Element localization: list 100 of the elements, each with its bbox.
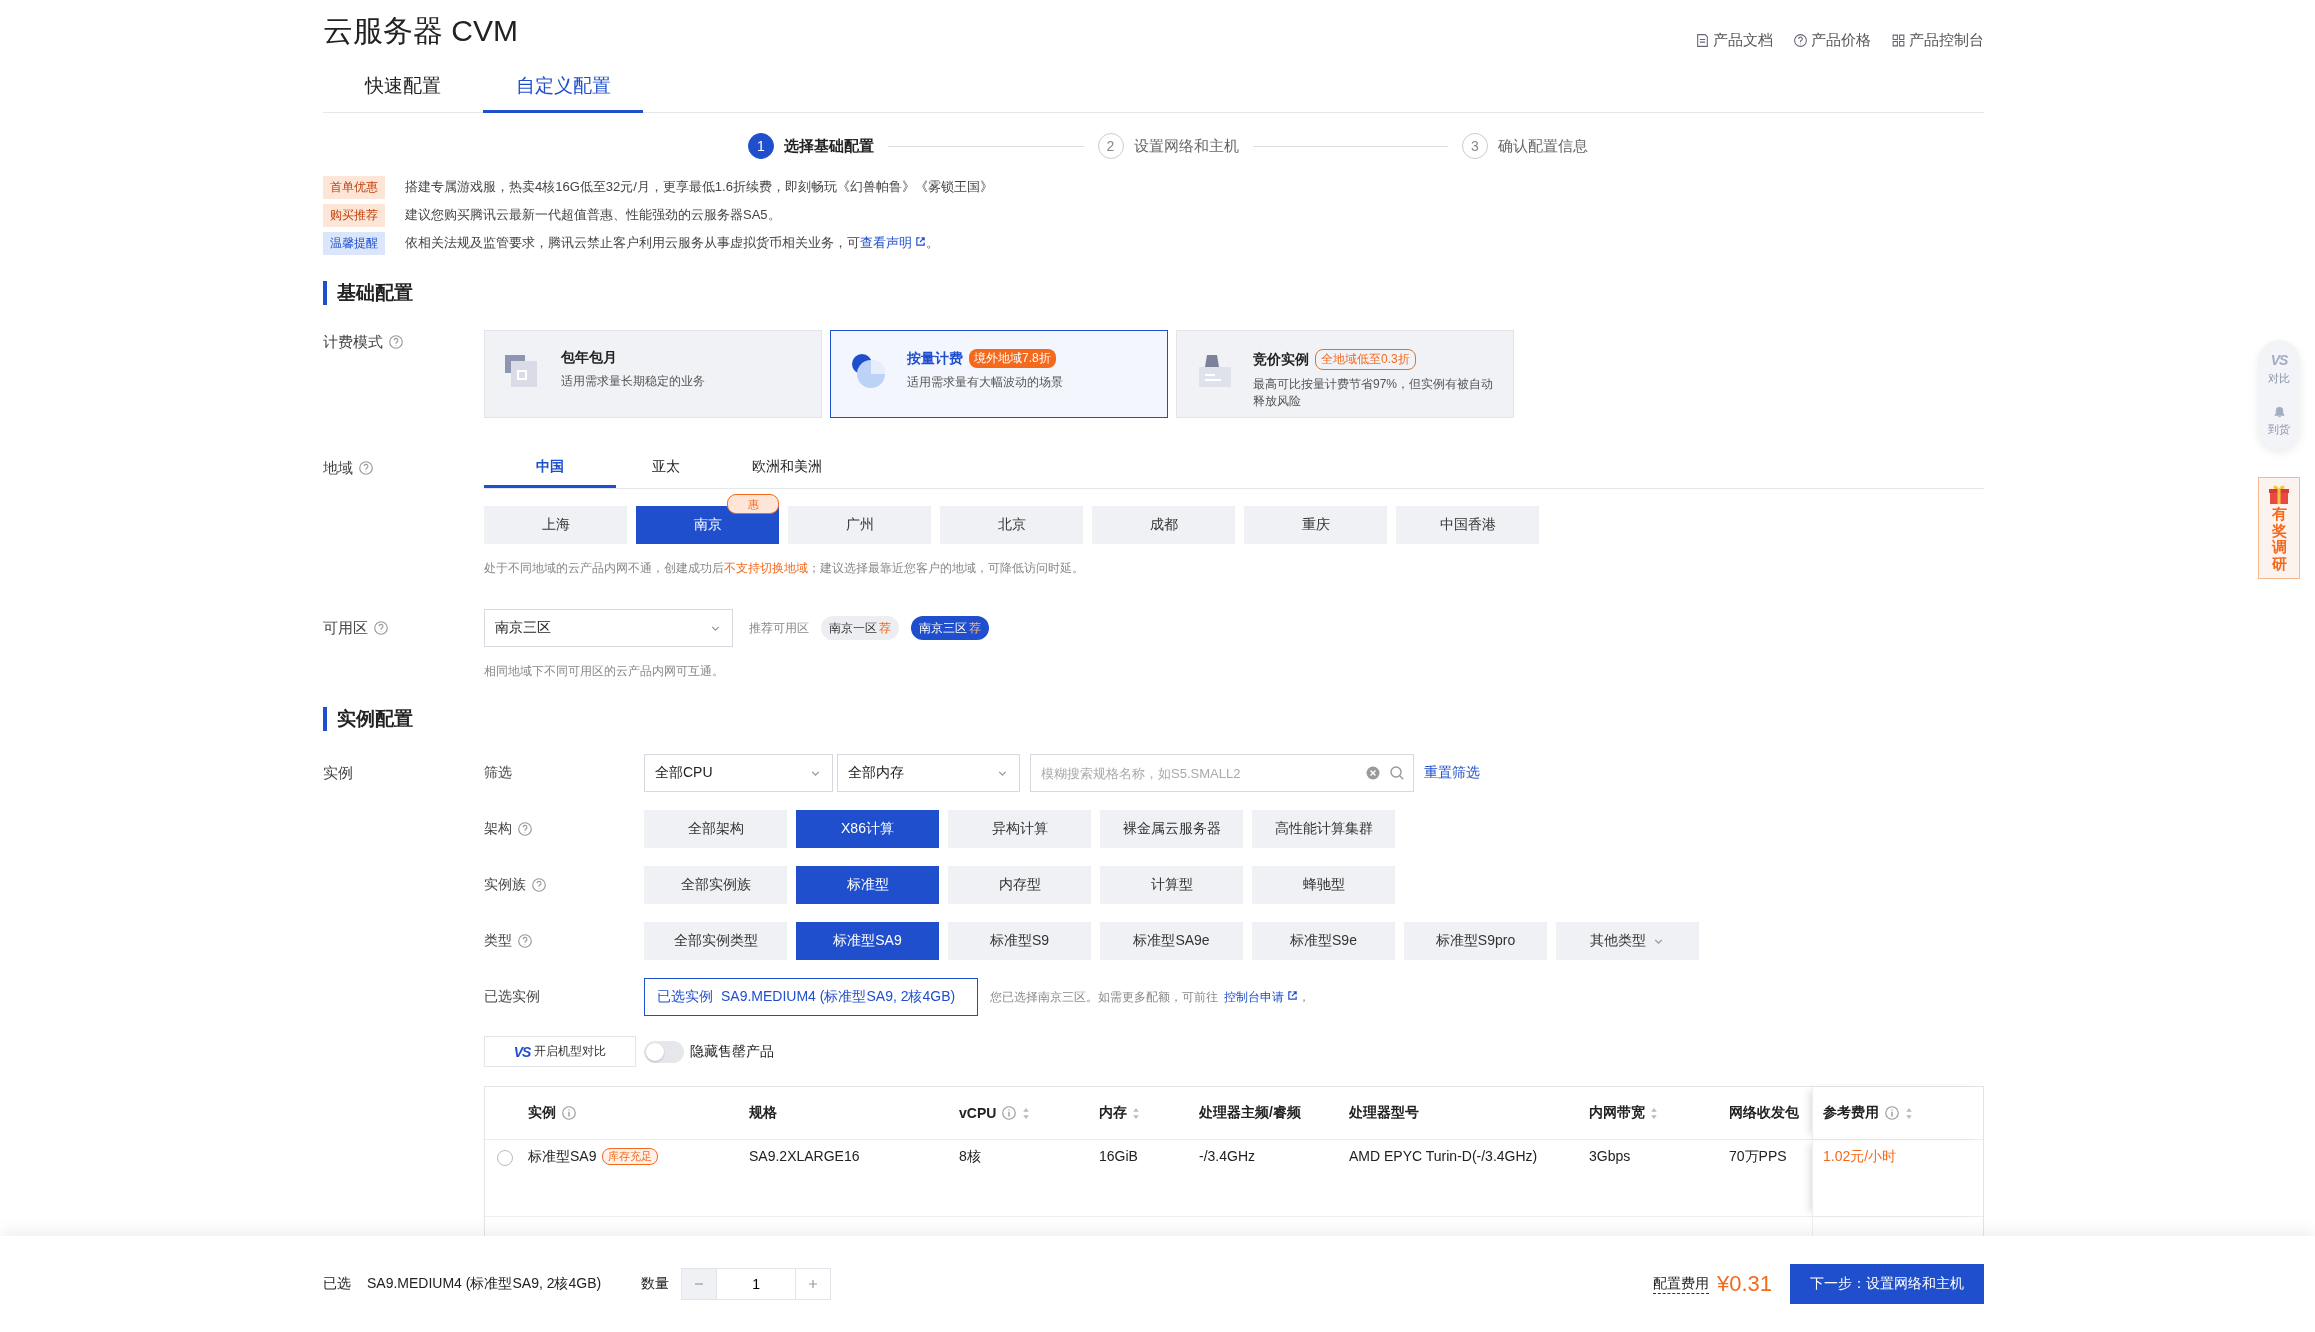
help-icon <box>517 933 533 949</box>
option-description: 适用需求量有大幅波动的场景 <box>907 374 1063 391</box>
region-tab[interactable]: 欧洲和美洲 <box>716 448 858 488</box>
region-tab[interactable]: 中国 <box>484 448 616 488</box>
region-hint: 处于不同地域的云产品内网不通，创建成功后不支持切换地域；建议选择最靠近您客户的地域，可降低访问时延。 <box>484 560 1085 577</box>
notice-text: 建议您购买腾讯云最新一代超值普惠、性能强劲的云服务器SA5。 <box>405 206 781 224</box>
sort-icon[interactable] <box>1905 1106 1913 1120</box>
filter-option[interactable]: 高性能计算集群 <box>1252 810 1395 848</box>
zone-select[interactable]: 南京三区 <box>484 609 733 647</box>
search-box[interactable]: 模糊搜索规格名称，如S5.SMALL2 <box>1030 754 1414 792</box>
header-link[interactable]: 产品文档 <box>1695 31 1773 50</box>
statement-link[interactable]: 查看声明 <box>860 235 926 250</box>
step-label: 设置网络和主机 <box>1133 136 1239 156</box>
decrease-button[interactable] <box>681 1268 718 1300</box>
fee-label: 配置费用 <box>1652 1274 1709 1294</box>
mode-tab[interactable]: 自定义配置 <box>483 64 643 113</box>
help-icon <box>531 877 547 893</box>
filter-option[interactable]: 标准型S9 <box>948 922 1091 960</box>
filter-option[interactable]: 标准型 <box>796 866 939 904</box>
filter-option[interactable]: 其他类型 <box>1556 922 1699 960</box>
filter-option[interactable]: 标准型SA9 <box>796 922 939 960</box>
region-option[interactable]: 成都 <box>1092 506 1235 544</box>
table-cell: 3Gbps <box>1589 1148 1631 1164</box>
selected-instance-box: 已选实例 SA9.MEDIUM4 (标准型SA9, 2核4GB) <box>644 978 978 1016</box>
discount-badge: 全地域低至0.3折 <box>1315 349 1416 370</box>
filter-option[interactable]: 计算型 <box>1100 866 1243 904</box>
table-cell: 标准型SA9 <box>528 1148 597 1166</box>
region-option[interactable]: 上海 <box>484 506 627 544</box>
section-title: 实例配置 <box>323 707 1984 731</box>
sort-icon[interactable] <box>1132 1106 1140 1120</box>
sort-icon[interactable] <box>1022 1106 1031 1120</box>
zone-chip[interactable]: 南京一区 荐 <box>821 616 899 640</box>
header-link[interactable]: 产品价格 <box>1793 31 1871 50</box>
table-cell: 8核 <box>959 1148 981 1164</box>
billing-option[interactable]: 竞价实例 全地域低至0.3折 最高可比按量计费节省97%，但实例有被自动释放风险 <box>1176 330 1514 418</box>
section-title: 基础配置 <box>323 281 1984 305</box>
region-option[interactable]: 广州 <box>788 506 931 544</box>
external-link-icon <box>915 236 926 247</box>
filter-option[interactable]: 蜂驰型 <box>1252 866 1395 904</box>
column-header: 实例 <box>528 1104 577 1122</box>
page-title: 云服务器 CVM <box>323 13 518 49</box>
discount-badge: 境外地域7.8折 <box>969 349 1056 368</box>
zone-hint: 相同地域下不同可用区的云产品内网可互通。 <box>484 663 725 680</box>
search-icon[interactable] <box>1389 765 1405 781</box>
column-header[interactable]: 参考费用 <box>1823 1104 1913 1122</box>
region-tab[interactable]: 亚太 <box>616 448 716 488</box>
column-header[interactable]: vCPU <box>959 1105 1031 1121</box>
column-header: 网络收发包 <box>1729 1104 1799 1122</box>
field-label: 地域 <box>323 458 353 478</box>
table-cell: -/3.4GHz <box>1199 1148 1255 1164</box>
table-cell: SA9.2XLARGE16 <box>749 1148 860 1164</box>
filter-option[interactable]: 全部实例族 <box>644 866 787 904</box>
clear-icon[interactable] <box>1365 765 1381 781</box>
region-option[interactable]: 中国香港 <box>1396 506 1539 544</box>
header-link[interactable]: 产品控制台 <box>1891 31 1984 50</box>
filter-option[interactable]: 内存型 <box>948 866 1091 904</box>
external-link-icon <box>1287 989 1298 1001</box>
filter-option[interactable]: 标准型S9pro <box>1404 922 1547 960</box>
filter-option[interactable]: 全部实例类型 <box>644 922 787 960</box>
compare-button[interactable]: VS 开启机型对比 <box>484 1036 636 1067</box>
step-label: 选择基础配置 <box>784 136 874 156</box>
region-option[interactable]: 北京 <box>940 506 1083 544</box>
help-icon <box>1793 33 1808 48</box>
quantity-field[interactable]: 1 <box>717 1268 796 1300</box>
bell-icon <box>2271 404 2287 419</box>
filter-label: 筛选 <box>484 764 512 782</box>
region-option[interactable]: 重庆 <box>1244 506 1387 544</box>
billing-option[interactable]: 包年包月 适用需求量长期稳定的业务 <box>484 330 822 418</box>
filter-option[interactable]: 裸金属云服务器 <box>1100 810 1243 848</box>
column-header: 处理器型号 <box>1349 1104 1419 1122</box>
column-header[interactable]: 内网带宽 <box>1589 1104 1658 1122</box>
option-description: 适用需求量长期稳定的业务 <box>561 373 705 390</box>
mode-tab[interactable]: 快速配置 <box>323 64 483 113</box>
cpu-select[interactable]: 全部CPU <box>644 754 833 792</box>
selected-value: SA9.MEDIUM4 (标准型SA9, 2核4GB) <box>367 1275 602 1293</box>
notice-text: 依相关法规及监管要求，腾讯云禁止客户利用云服务从事虚拟货币相关业务，可查看声明 。 <box>405 234 939 252</box>
step-number: 1 <box>748 133 774 159</box>
filter-option[interactable]: 标准型SA9e <box>1100 922 1243 960</box>
column-header[interactable]: 内存 <box>1099 1104 1140 1122</box>
sort-icon[interactable] <box>1650 1106 1658 1120</box>
filter-option[interactable]: 标准型S9e <box>1252 922 1395 960</box>
filter-option[interactable]: X86计算 <box>796 810 939 848</box>
option-title: 竞价实例 <box>1253 350 1309 369</box>
memory-select[interactable]: 全部内存 <box>837 754 1020 792</box>
notice-text: 搭建专属游戏服，热卖4核16G低至32元/月，更享最低1.6折续费，即刻畅玩《幻兽帕鲁》《雾锁王国》 <box>405 178 993 196</box>
filter-option[interactable]: 全部架构 <box>644 810 787 848</box>
document-icon <box>1695 33 1710 48</box>
increase-button[interactable] <box>795 1268 832 1300</box>
table-cell: 70万PPS <box>1729 1148 1787 1164</box>
filter-option[interactable]: 异构计算 <box>948 810 1091 848</box>
next-step-button[interactable]: 下一步：设置网络和主机 <box>1790 1264 1984 1304</box>
billing-option[interactable]: 按量计费 境外地域7.8折 适用需求量有大幅波动的场景 <box>830 330 1168 418</box>
help-icon <box>517 821 533 837</box>
reset-filter-link[interactable]: 重置筛选 <box>1424 764 1480 782</box>
table-cell: 16GiB <box>1099 1148 1138 1164</box>
toggle-switch[interactable] <box>644 1040 684 1063</box>
column-header: 处理器主频/睿频 <box>1199 1104 1301 1122</box>
console-link[interactable]: 控制台申请 <box>1224 989 1298 1004</box>
discount-badge: 惠 <box>727 494 779 514</box>
zone-chip[interactable]: 南京三区 荐 <box>911 616 989 640</box>
